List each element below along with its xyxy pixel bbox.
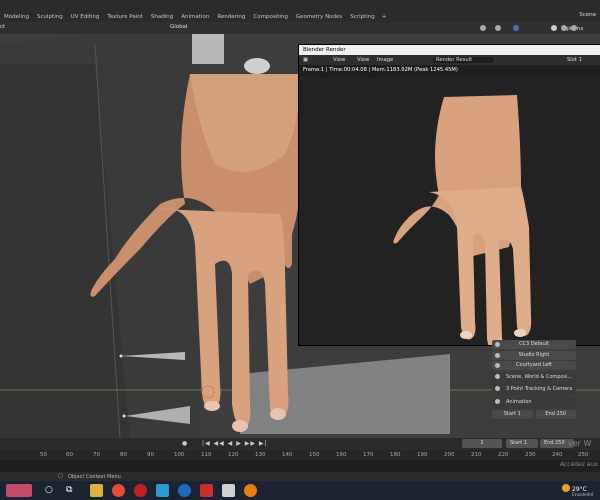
light-icon — [495, 363, 500, 368]
taskbar: ○ ⧉ 29°C Ensoleillé — [0, 481, 600, 500]
tab-scripting[interactable]: Scripting — [346, 12, 378, 22]
view-menu[interactable]: View — [333, 57, 345, 63]
app-3-icon[interactable] — [222, 484, 235, 497]
tab-modeling[interactable]: Modeling — [0, 12, 33, 22]
weather-desc: Ensoleillé — [572, 493, 594, 498]
add-workspace-button[interactable]: + — [379, 12, 390, 22]
search-icon[interactable]: ○ — [45, 485, 53, 495]
preset-panel: CC3 Default Studio Right Courtyard Left … — [492, 340, 576, 420]
light-icon — [495, 352, 500, 358]
animation-icon — [495, 398, 500, 404]
render-toolbar: ▣ View View Image Render Result Slot 1 — [299, 55, 600, 65]
orientation-dropdown[interactable]: Global — [170, 24, 188, 30]
status-bar: ▢ Object Context Menu — [0, 472, 600, 481]
tab-compositing[interactable]: Compositing — [249, 12, 291, 22]
record-icon[interactable]: ● — [182, 440, 187, 447]
timeline-ruler[interactable]: 50 60 70 80 90 100 110 120 130 140 150 1… — [0, 450, 600, 460]
opera-icon[interactable] — [134, 484, 147, 497]
weather-temp[interactable]: 29°C — [572, 486, 587, 493]
current-frame-field[interactable]: 1 — [462, 439, 502, 448]
blender-icon[interactable] — [244, 484, 257, 497]
render-result-field[interactable]: Render Result — [433, 57, 494, 63]
render-window: Blender Render ▣ View View Image Render … — [298, 44, 600, 356]
cc3-default-button[interactable]: CC3 Default — [492, 340, 576, 349]
weather-icon[interactable] — [562, 484, 570, 492]
image-menu[interactable]: Image — [377, 57, 393, 63]
mouse-icon: ▢ — [58, 473, 63, 479]
bone-gizmo — [244, 58, 270, 74]
tracking-camera-button[interactable]: 3 Point Tracking & Camera — [492, 384, 576, 395]
top-bar: Modeling Sculpting UV Editing Texture Pa… — [0, 0, 600, 22]
scene-icon — [495, 373, 500, 379]
panel-start-field[interactable]: Start 1 — [492, 409, 533, 419]
tab-rendering[interactable]: Rendering — [213, 12, 249, 22]
render-info: Frame:1 | Time:00:04.08 | Mem:1183.92M (… — [303, 67, 458, 73]
file-explorer-icon[interactable] — [90, 484, 103, 497]
scene-world-button[interactable]: Scene, World & Composi... — [492, 371, 576, 383]
editor-type-icon[interactable]: ▣ — [303, 57, 308, 63]
light-icon — [495, 342, 500, 347]
viewport-header: ct Global Options — [0, 22, 600, 34]
viewport-shading-icons[interactable] — [478, 23, 588, 33]
watermark-1: ver W — [568, 439, 592, 448]
slot-dropdown[interactable]: Slot 1 — [567, 57, 582, 63]
tab-uv-editing[interactable]: UV Editing — [67, 12, 104, 22]
workspace-tabs: Modeling Sculpting UV Editing Texture Pa… — [0, 12, 389, 22]
chrome-icon[interactable] — [112, 484, 125, 497]
courtyard-left-button[interactable]: Courtyard Left — [492, 361, 576, 370]
playback-controls[interactable]: |◀ ◀◀ ◀ ▶ ▶▶ ▶| — [202, 440, 268, 447]
header-fragment: ct — [0, 24, 6, 30]
app-icon[interactable] — [156, 484, 169, 497]
render-canvas[interactable] — [299, 77, 600, 356]
start-app-icon[interactable] — [6, 484, 32, 497]
ccleaner-icon[interactable] — [178, 484, 191, 497]
app-2-icon[interactable] — [200, 484, 213, 497]
animation-button[interactable]: Animation — [492, 396, 576, 408]
tab-texture-paint[interactable]: Texture Paint — [103, 12, 147, 22]
rendered-hand — [393, 95, 532, 356]
tab-sculpting[interactable]: Sculpting — [33, 12, 67, 22]
context-menu-hint: Object Context Menu — [68, 473, 121, 480]
bone-gizmo — [192, 34, 224, 64]
studio-right-button[interactable]: Studio Right — [492, 350, 576, 360]
tab-animation[interactable]: Animation — [177, 12, 213, 22]
panel-end-field[interactable]: End 250 — [535, 409, 576, 419]
timeline-track[interactable]: Accédez aux — [0, 460, 600, 472]
tab-shading[interactable]: Shading — [147, 12, 177, 22]
camera-icon — [495, 386, 500, 391]
watermark-2: Accédez aux — [560, 461, 598, 468]
scene-selector[interactable]: Scene — [579, 12, 596, 18]
start-frame-field[interactable]: Start 1 — [506, 439, 538, 448]
timeline-header: ● |◀ ◀◀ ◀ ▶ ▶▶ ▶| 1 Start 1 End 250 ver … — [0, 438, 600, 450]
tab-geometry-nodes[interactable]: Geometry Nodes — [292, 12, 346, 22]
view-menu-2[interactable]: View — [357, 57, 369, 63]
render-window-title: Blender Render — [299, 45, 600, 55]
task-view-icon[interactable]: ⧉ — [66, 485, 72, 495]
